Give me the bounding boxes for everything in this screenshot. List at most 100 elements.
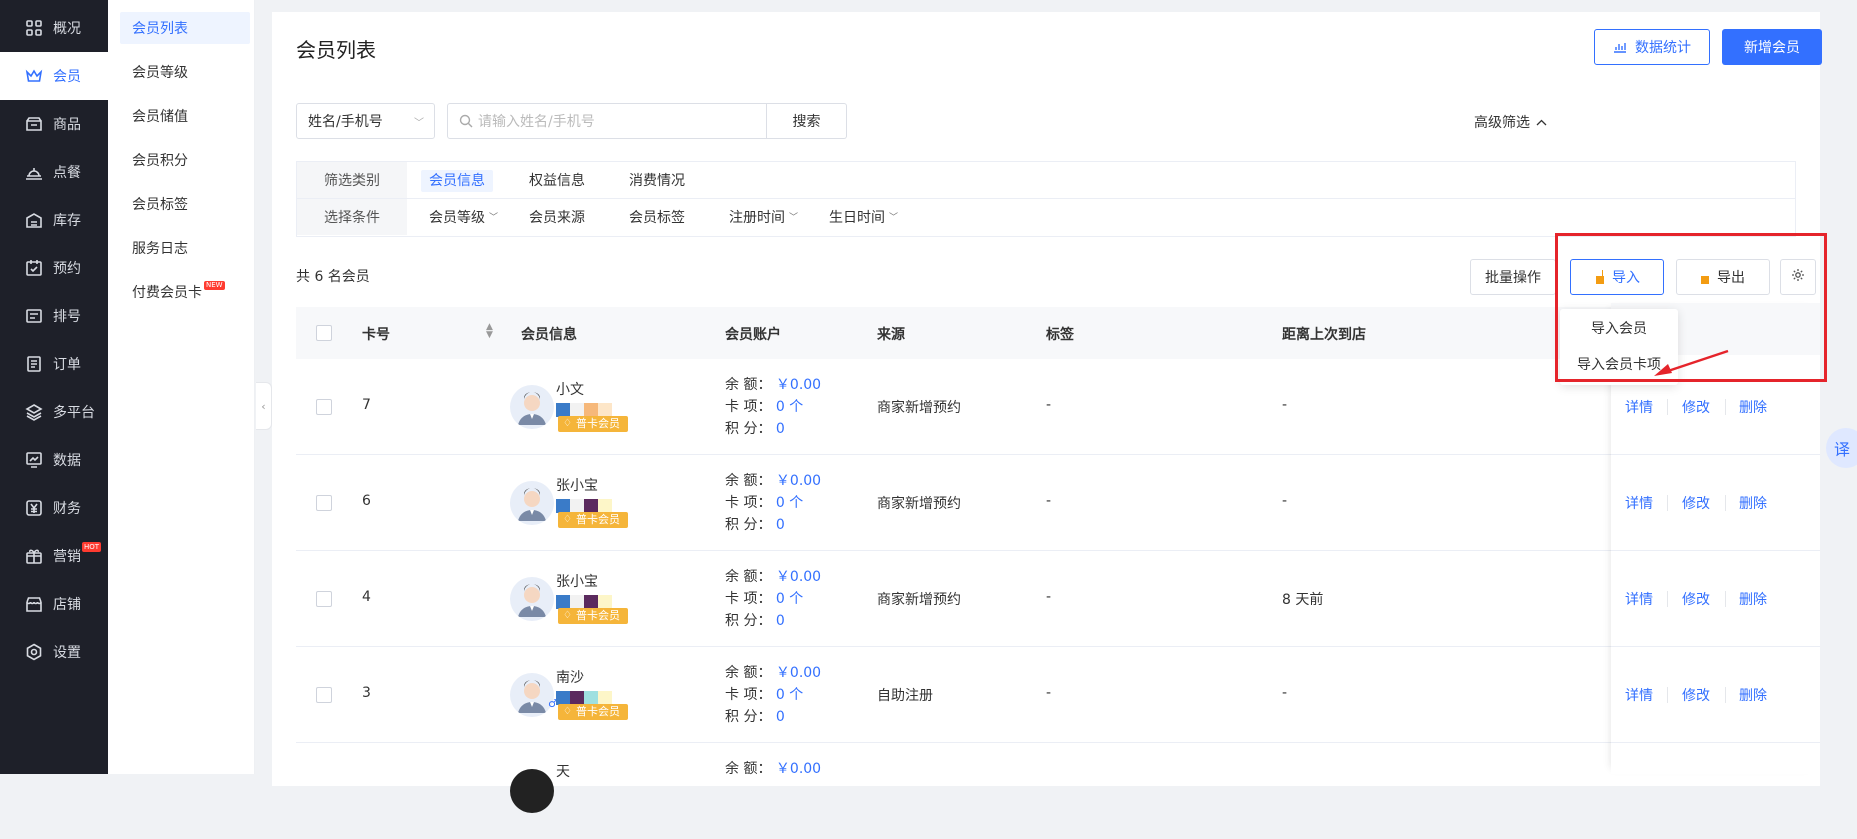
- mosaic-block: [598, 499, 612, 513]
- points-value: 0: [775, 709, 785, 725]
- filter-condition-source[interactable]: 会员来源: [521, 207, 593, 229]
- sidebar-item-products[interactable]: 商品: [0, 100, 108, 148]
- sidebar-item-label: 多平台: [53, 405, 95, 421]
- subnav-label: 会员储值: [132, 109, 188, 125]
- edit-link[interactable]: 修改: [1682, 589, 1710, 609]
- filter-condition-tags[interactable]: 会员标签: [621, 207, 693, 229]
- sidebar-item-data[interactable]: 数据: [0, 436, 108, 484]
- member-account: 余 额： ￥0.00 卡 项： 0 个 积 分： 0: [725, 470, 821, 536]
- filter-panel: 筛选类别 会员信息 权益信息 消费情况 选择条件 会员等级 ﹀ 会员来源 会员标签…: [296, 161, 1796, 237]
- select-all-checkbox[interactable]: [316, 325, 332, 341]
- yuan-icon: [25, 499, 43, 517]
- sidebar-item-label: 库存: [53, 213, 81, 229]
- member-account: 余 额： ￥0.00 卡 项： 0 个 积 分： 0: [725, 566, 821, 632]
- sidebar-item-marketing[interactable]: 营销 HOT: [0, 532, 108, 580]
- member-tag: -: [1046, 493, 1052, 509]
- translate-label: 译: [1834, 440, 1851, 459]
- card-no: 7: [362, 397, 371, 413]
- sidebar-item-settings[interactable]: 设置: [0, 628, 108, 676]
- edit-link[interactable]: 修改: [1682, 397, 1710, 417]
- sidebar-item-members[interactable]: 会员: [0, 52, 108, 100]
- points-label: 积 分：: [725, 709, 772, 725]
- sidebar-item-store[interactable]: 店铺: [0, 580, 108, 628]
- mosaic-block: [584, 691, 598, 705]
- data-stats-button[interactable]: 数据统计: [1594, 29, 1710, 65]
- gear-icon: [25, 643, 43, 661]
- detail-link[interactable]: 详情: [1625, 685, 1653, 705]
- advanced-filter-toggle[interactable]: 高级筛选: [1474, 112, 1547, 132]
- delete-link[interactable]: 删除: [1739, 685, 1767, 705]
- subnav-label: 服务日志: [132, 241, 188, 257]
- column-card-no[interactable]: 卡号: [362, 324, 390, 344]
- avatar: [510, 673, 554, 717]
- edit-link[interactable]: 修改: [1682, 685, 1710, 705]
- filter-category-label: 筛选类别: [297, 162, 407, 198]
- filter-category-consumption[interactable]: 消费情况: [621, 170, 693, 192]
- subnav-item-member-level[interactable]: 会员等级: [120, 56, 250, 88]
- member-tag: -: [1046, 397, 1052, 413]
- sidebar-item-queue[interactable]: 排号: [0, 292, 108, 340]
- translate-float-button[interactable]: 译: [1826, 428, 1857, 468]
- points-value: 0: [775, 517, 785, 533]
- sidebar-item-orders[interactable]: 订单: [0, 340, 108, 388]
- points-label: 积 分：: [725, 421, 772, 437]
- sidebar-item-booking[interactable]: 预约: [0, 244, 108, 292]
- collapse-handle[interactable]: ‹: [256, 382, 272, 430]
- action-separator: [1725, 495, 1726, 511]
- chevron-left-icon: ‹: [261, 399, 266, 413]
- sidebar-item-multiplatform[interactable]: 多平台: [0, 388, 108, 436]
- column-member-account: 会员账户: [725, 327, 781, 343]
- sidebar-item-ordering[interactable]: 点餐: [0, 148, 108, 196]
- filter-category-member-info[interactable]: 会员信息: [421, 170, 493, 192]
- mosaic-block: [556, 691, 570, 705]
- delete-link[interactable]: 删除: [1739, 589, 1767, 609]
- subnav-item-member-list[interactable]: 会员列表: [120, 12, 250, 44]
- subnav-item-member-points[interactable]: 会员积分: [120, 144, 250, 176]
- filter-condition-level[interactable]: 会员等级 ﹀: [421, 207, 506, 229]
- row-checkbox[interactable]: [316, 687, 332, 703]
- annotation-arrow: [1654, 349, 1729, 376]
- filter-condition-register-time[interactable]: 注册时间 ﹀: [721, 207, 806, 229]
- subnav-item-paid-card[interactable]: 付费会员卡 NEW: [120, 276, 250, 308]
- sidebar-item-label: 营销: [53, 549, 81, 565]
- filter-category-benefits[interactable]: 权益信息: [521, 170, 593, 192]
- table-row[interactable]: 6 张小宝 ♢ 普卡会员 余 额： ￥0.00 卡 项： 0 个 积 分： 0 商…: [296, 455, 1796, 551]
- table-row[interactable]: 4 张小宝 ♢ 普卡会员 余 额： ￥0.00 卡 项： 0 个 积 分： 0 商…: [296, 551, 1796, 647]
- delete-link[interactable]: 删除: [1739, 493, 1767, 513]
- table-row[interactable]: 天 余 额： ￥0.00: [296, 743, 1796, 839]
- sidebar-item-finance[interactable]: 财务: [0, 484, 108, 532]
- sidebar-item-inventory[interactable]: 库存: [0, 196, 108, 244]
- filter-condition-birthday[interactable]: 生日时间 ﹀: [821, 207, 906, 229]
- table-row[interactable]: 3 ♂ 南沙 ♢ 普卡会员 余 额： ￥0.00 卡 项： 0 个 积 分： 0 …: [296, 647, 1796, 743]
- member-level-badge: ♢ 普卡会员: [558, 704, 628, 720]
- mosaic-block: [570, 691, 584, 705]
- search-button[interactable]: 搜索: [767, 103, 847, 139]
- sort-icon[interactable]: ▲ ▼: [486, 323, 493, 340]
- add-member-label: 新增会员: [1744, 40, 1800, 56]
- row-checkbox[interactable]: [316, 399, 332, 415]
- filter-option-label: 消费情况: [629, 173, 685, 189]
- detail-link[interactable]: 详情: [1625, 493, 1653, 513]
- main-sidebar: 概况 会员 商品 点餐 库存 预约 排号 订单 多平台 数据 财务 营销 HOT…: [0, 0, 108, 774]
- mosaic-block: [556, 595, 570, 609]
- add-member-button[interactable]: 新增会员: [1722, 29, 1822, 65]
- edit-link[interactable]: 修改: [1682, 493, 1710, 513]
- subnav-item-member-deposit[interactable]: 会员储值: [120, 100, 250, 132]
- avatar: [510, 577, 554, 621]
- subnav-item-service-log[interactable]: 服务日志: [120, 232, 250, 264]
- row-checkbox[interactable]: [316, 495, 332, 511]
- search-type-select[interactable]: 姓名/手机号 ﹀: [296, 103, 435, 139]
- batch-operation-button[interactable]: 批量操作: [1470, 259, 1556, 295]
- action-separator: [1725, 687, 1726, 703]
- delete-link[interactable]: 删除: [1739, 397, 1767, 417]
- balance-label: 余 额：: [725, 377, 772, 393]
- hot-badge: HOT: [82, 542, 102, 552]
- sidebar-item-overview[interactable]: 概况: [0, 4, 108, 52]
- subnav-item-member-tags[interactable]: 会员标签: [120, 188, 250, 220]
- search-input[interactable]: 请输入姓名/手机号: [447, 103, 767, 139]
- sidebar-item-label: 商品: [53, 117, 81, 133]
- detail-link[interactable]: 详情: [1625, 589, 1653, 609]
- mosaic-block: [598, 403, 612, 417]
- row-checkbox[interactable]: [316, 591, 332, 607]
- detail-link[interactable]: 详情: [1625, 397, 1653, 417]
